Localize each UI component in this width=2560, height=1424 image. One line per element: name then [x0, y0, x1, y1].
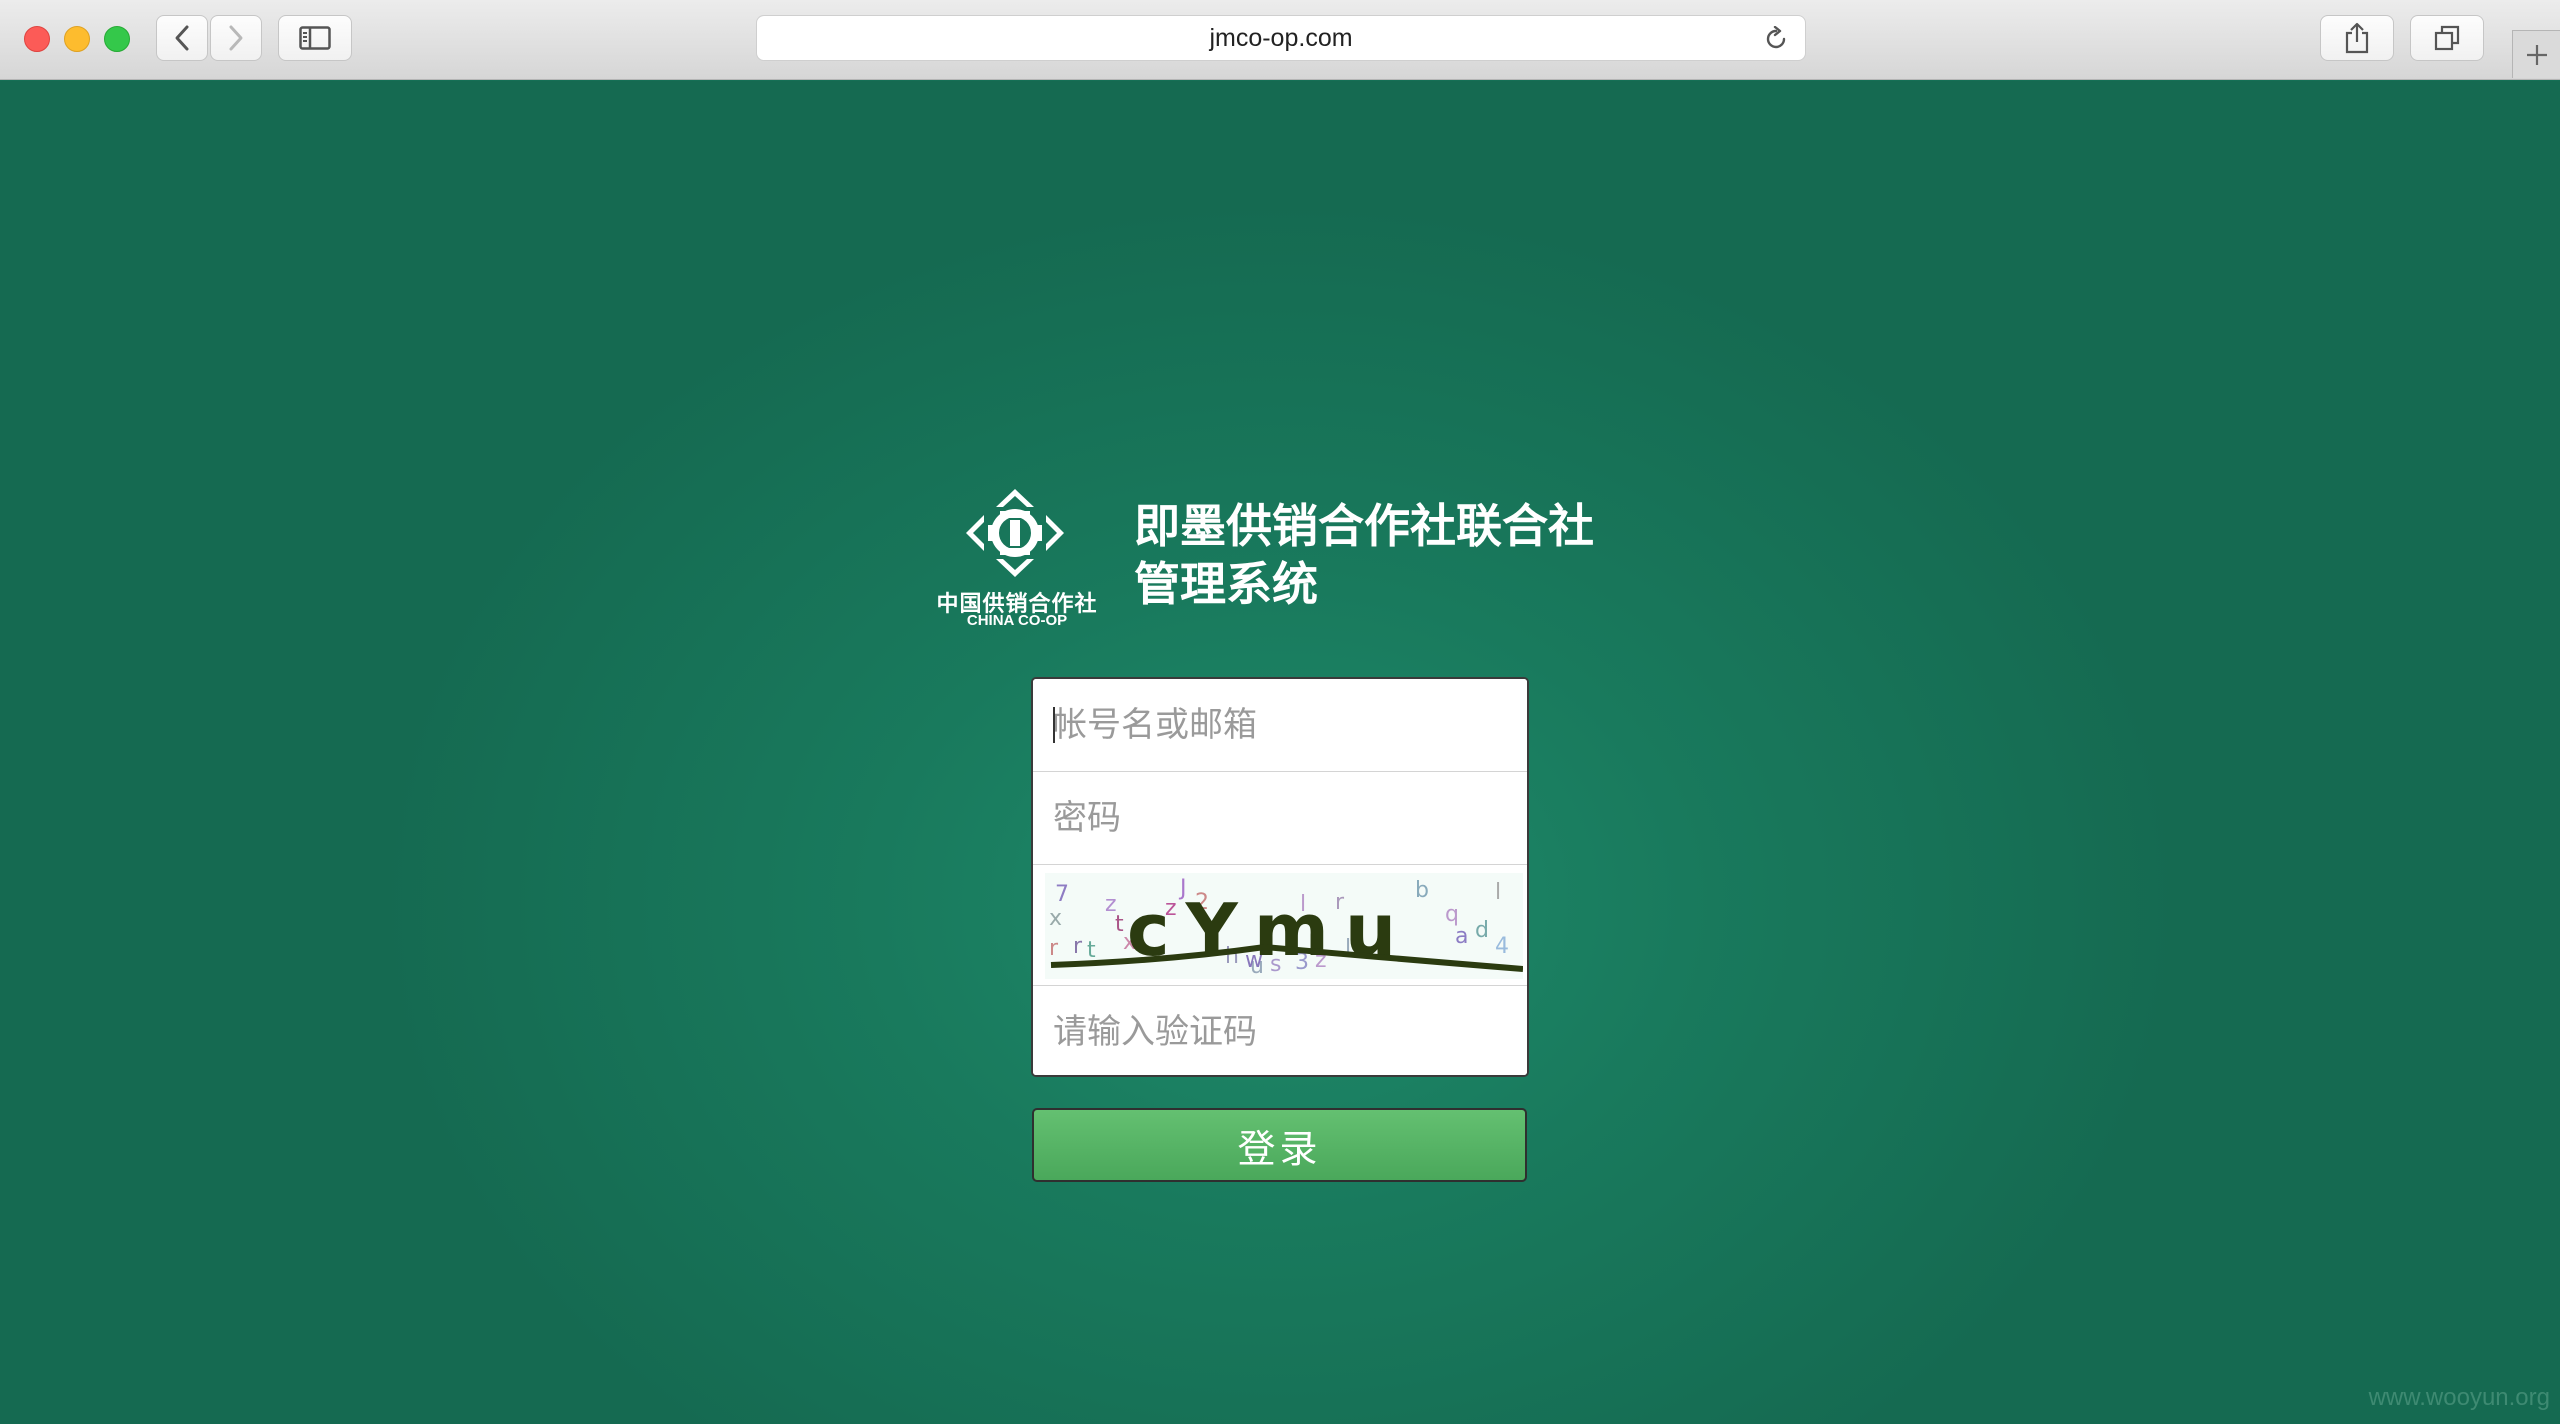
svg-text:4: 4: [1495, 934, 1509, 959]
watermark-text: www.wooyun.org: [2368, 1384, 2550, 1411]
share-icon: [2345, 22, 2369, 54]
reload-icon[interactable]: [1763, 26, 1789, 52]
svg-text:r: r: [1049, 936, 1059, 961]
svg-text:7: 7: [1055, 882, 1069, 907]
plus-icon: [2526, 44, 2547, 65]
chevron-left-icon: [175, 25, 189, 51]
tabs-overview-icon: [2434, 25, 2460, 51]
svg-text:r: r: [1073, 934, 1083, 959]
address-bar[interactable]: jmco-op.com: [756, 15, 1806, 61]
system-title-line1: 即墨供销合作社联合社: [1134, 499, 1594, 553]
window-minimize-button[interactable]: [64, 26, 90, 52]
sidebar-icon: [299, 26, 331, 50]
back-button[interactable]: [156, 15, 208, 61]
chevron-right-icon: [229, 25, 243, 51]
window-close-button[interactable]: [24, 26, 50, 52]
captcha-input[interactable]: [1033, 986, 1527, 1075]
logo-en-text: CHINA CO-OP: [966, 612, 1068, 629]
login-form: 7 x z t z J 2 r t x h u l r l b q l r a …: [1031, 677, 1529, 1077]
divider: [1033, 864, 1527, 865]
text-caret: [1053, 707, 1055, 743]
new-tab-button[interactable]: [2512, 30, 2560, 78]
svg-text:l: l: [1495, 880, 1501, 905]
window-zoom-button[interactable]: [104, 26, 130, 52]
captcha-image[interactable]: 7 x z t z J 2 r t x h u l r l b q l r a …: [1045, 873, 1523, 979]
system-title: 即墨供销合作社联合社 管理系统: [1134, 497, 1594, 613]
svg-text:d: d: [1475, 918, 1489, 943]
url-text: jmco-op.com: [1209, 24, 1353, 52]
password-input[interactable]: [1033, 772, 1527, 864]
svg-text:a: a: [1455, 924, 1468, 949]
share-button[interactable]: [2320, 15, 2394, 61]
forward-button[interactable]: [210, 15, 262, 61]
browser-toolbar: jmco-op.com: [0, 0, 2560, 80]
login-button[interactable]: 登录: [1032, 1108, 1527, 1182]
tabs-overview-button[interactable]: [2410, 15, 2484, 61]
sidebar-button[interactable]: [278, 15, 352, 61]
svg-text:x: x: [1049, 906, 1062, 931]
svg-text:t: t: [1087, 938, 1096, 963]
svg-text:b: b: [1415, 878, 1429, 903]
system-title-line2: 管理系统: [1134, 557, 1318, 611]
username-input[interactable]: [1033, 679, 1527, 771]
